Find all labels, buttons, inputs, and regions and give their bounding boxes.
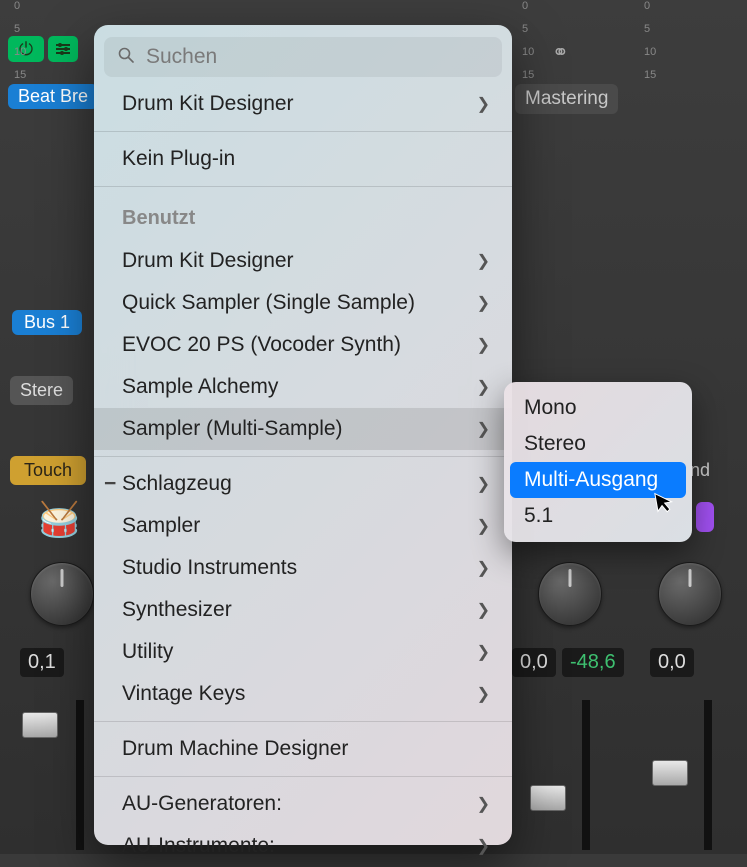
menu-item-used-2[interactable]: EVOC 20 PS (Vocoder Synth) ❯ bbox=[94, 324, 512, 366]
menu-item-label: Utility bbox=[122, 640, 173, 664]
chevron-right-icon: ❯ bbox=[477, 642, 490, 662]
send-bus-label[interactable]: Bus 1 bbox=[12, 310, 82, 335]
search-icon bbox=[118, 47, 134, 68]
chevron-right-icon: ❯ bbox=[477, 419, 490, 439]
pan-value-2[interactable]: 0,0 bbox=[512, 648, 556, 677]
menu-item-used-3[interactable]: Sample Alchemy ❯ bbox=[94, 366, 512, 408]
pan-value-1[interactable]: 0,1 bbox=[20, 648, 64, 677]
menu-item-used-0[interactable]: Drum Kit Designer ❯ bbox=[94, 240, 512, 282]
pan-knob-1[interactable] bbox=[30, 562, 94, 626]
submenu-item-5-1[interactable]: 5.1 bbox=[510, 498, 686, 534]
partial-label-nd: nd bbox=[690, 460, 710, 481]
menu-item-top-0[interactable]: Drum Kit Designer ❯ bbox=[94, 83, 512, 125]
menu-item-label: Quick Sampler (Single Sample) bbox=[122, 291, 415, 315]
chevron-right-icon: ❯ bbox=[477, 293, 490, 313]
chevron-right-icon: ❯ bbox=[477, 474, 490, 494]
menu-divider bbox=[94, 131, 512, 132]
used-section-header: Benutzt bbox=[94, 193, 512, 240]
settings-button[interactable] bbox=[48, 36, 78, 62]
output-config-submenu: MonoStereoMulti-Ausgang5.1 bbox=[504, 382, 692, 542]
pan-value-3[interactable]: 0,0 bbox=[650, 648, 694, 677]
chevron-right-icon: ❯ bbox=[477, 600, 490, 620]
menu-item-label: Kein Plug-in bbox=[122, 147, 235, 171]
menu-item-bottom-0[interactable]: Drum Machine Designer bbox=[94, 728, 512, 770]
menu-item-au-1[interactable]: AU-Instrumente: ❯ bbox=[94, 825, 512, 867]
menu-item-category-1[interactable]: Sampler ❯ bbox=[94, 505, 512, 547]
menu-item-label: EVOC 20 PS (Vocoder Synth) bbox=[122, 333, 401, 357]
search-placeholder: Suchen bbox=[146, 45, 217, 69]
menu-item-category-0[interactable]: −Schlagzeug ❯ bbox=[94, 463, 512, 505]
menu-divider bbox=[94, 186, 512, 187]
plugin-search-field[interactable]: Suchen bbox=[104, 37, 502, 77]
mastering-slot-label[interactable]: Mastering bbox=[515, 84, 618, 114]
menu-item-category-5[interactable]: Vintage Keys ❯ bbox=[94, 673, 512, 715]
menu-item-label: Sampler bbox=[122, 514, 200, 538]
menu-item-label: Sample Alchemy bbox=[122, 375, 278, 399]
instrument-plugin-menu: Suchen Drum Kit Designer ❯ Kein Plug-in Be… bbox=[94, 25, 512, 845]
fader-scale-3: 051015 bbox=[644, 0, 656, 81]
menu-divider bbox=[94, 776, 512, 777]
drum-kit-icon: 🥁 bbox=[38, 500, 80, 540]
menu-item-label: AU-Generatoren: bbox=[122, 792, 282, 816]
chevron-right-icon: ❯ bbox=[477, 335, 490, 355]
submenu-item-mono[interactable]: Mono bbox=[510, 390, 686, 426]
level-meter-1 bbox=[76, 700, 84, 850]
chevron-right-icon: ❯ bbox=[477, 794, 490, 814]
menu-divider bbox=[94, 456, 512, 457]
menu-item-label: Vintage Keys bbox=[122, 682, 245, 706]
instrument-slot-label[interactable]: Beat Bre bbox=[8, 84, 98, 109]
level-meter-2 bbox=[582, 700, 590, 850]
menu-item-label: Drum Machine Designer bbox=[122, 737, 348, 761]
menu-item-label: Synthesizer bbox=[122, 598, 232, 622]
menu-item-used-1[interactable]: Quick Sampler (Single Sample) ❯ bbox=[94, 282, 512, 324]
collapse-dash-icon: − bbox=[104, 472, 116, 496]
menu-item-au-0[interactable]: AU-Generatoren: ❯ bbox=[94, 783, 512, 825]
meter-value: -48,6 bbox=[562, 648, 624, 677]
menu-item-category-4[interactable]: Utility ❯ bbox=[94, 631, 512, 673]
menu-item-category-2[interactable]: Studio Instruments ❯ bbox=[94, 547, 512, 589]
submenu-item-multi-ausgang[interactable]: Multi-Ausgang bbox=[510, 462, 686, 498]
menu-item-label: Drum Kit Designer bbox=[122, 92, 294, 116]
menu-item-top-1[interactable]: Kein Plug-in bbox=[94, 138, 512, 180]
stereo-link-icon[interactable]: ⚭ bbox=[552, 40, 569, 65]
menu-item-label: Schlagzeug bbox=[122, 472, 232, 496]
chevron-right-icon: ❯ bbox=[477, 251, 490, 271]
region-badge bbox=[696, 502, 714, 532]
automation-mode-label[interactable]: Touch bbox=[10, 456, 86, 485]
pan-knob-2[interactable] bbox=[538, 562, 602, 626]
pan-knob-3[interactable] bbox=[658, 562, 722, 626]
volume-fader-1[interactable] bbox=[22, 712, 58, 738]
volume-fader-3[interactable] bbox=[652, 760, 688, 786]
chevron-right-icon: ❯ bbox=[477, 377, 490, 397]
menu-item-category-3[interactable]: Synthesizer ❯ bbox=[94, 589, 512, 631]
sliders-icon bbox=[56, 44, 70, 54]
menu-divider bbox=[94, 721, 512, 722]
fader-scale-1: 051015 bbox=[14, 0, 26, 81]
level-meter-3 bbox=[704, 700, 712, 850]
submenu-item-stereo[interactable]: Stereo bbox=[510, 426, 686, 462]
menu-item-label: Studio Instruments bbox=[122, 556, 297, 580]
chevron-right-icon: ❯ bbox=[477, 94, 490, 114]
chevron-right-icon: ❯ bbox=[477, 684, 490, 704]
chevron-right-icon: ❯ bbox=[477, 516, 490, 536]
menu-item-label: AU-Instrumente: bbox=[122, 834, 275, 858]
menu-item-label: Drum Kit Designer bbox=[122, 249, 294, 273]
chevron-right-icon: ❯ bbox=[477, 558, 490, 578]
fader-scale-2: 051015 bbox=[522, 0, 534, 81]
output-mode-label[interactable]: Stere bbox=[10, 376, 73, 405]
chevron-right-icon: ❯ bbox=[477, 836, 490, 856]
menu-item-label: Sampler (Multi-Sample) bbox=[122, 417, 343, 441]
menu-item-used-4[interactable]: Sampler (Multi-Sample) ❯ bbox=[94, 408, 512, 450]
volume-fader-2[interactable] bbox=[530, 785, 566, 811]
